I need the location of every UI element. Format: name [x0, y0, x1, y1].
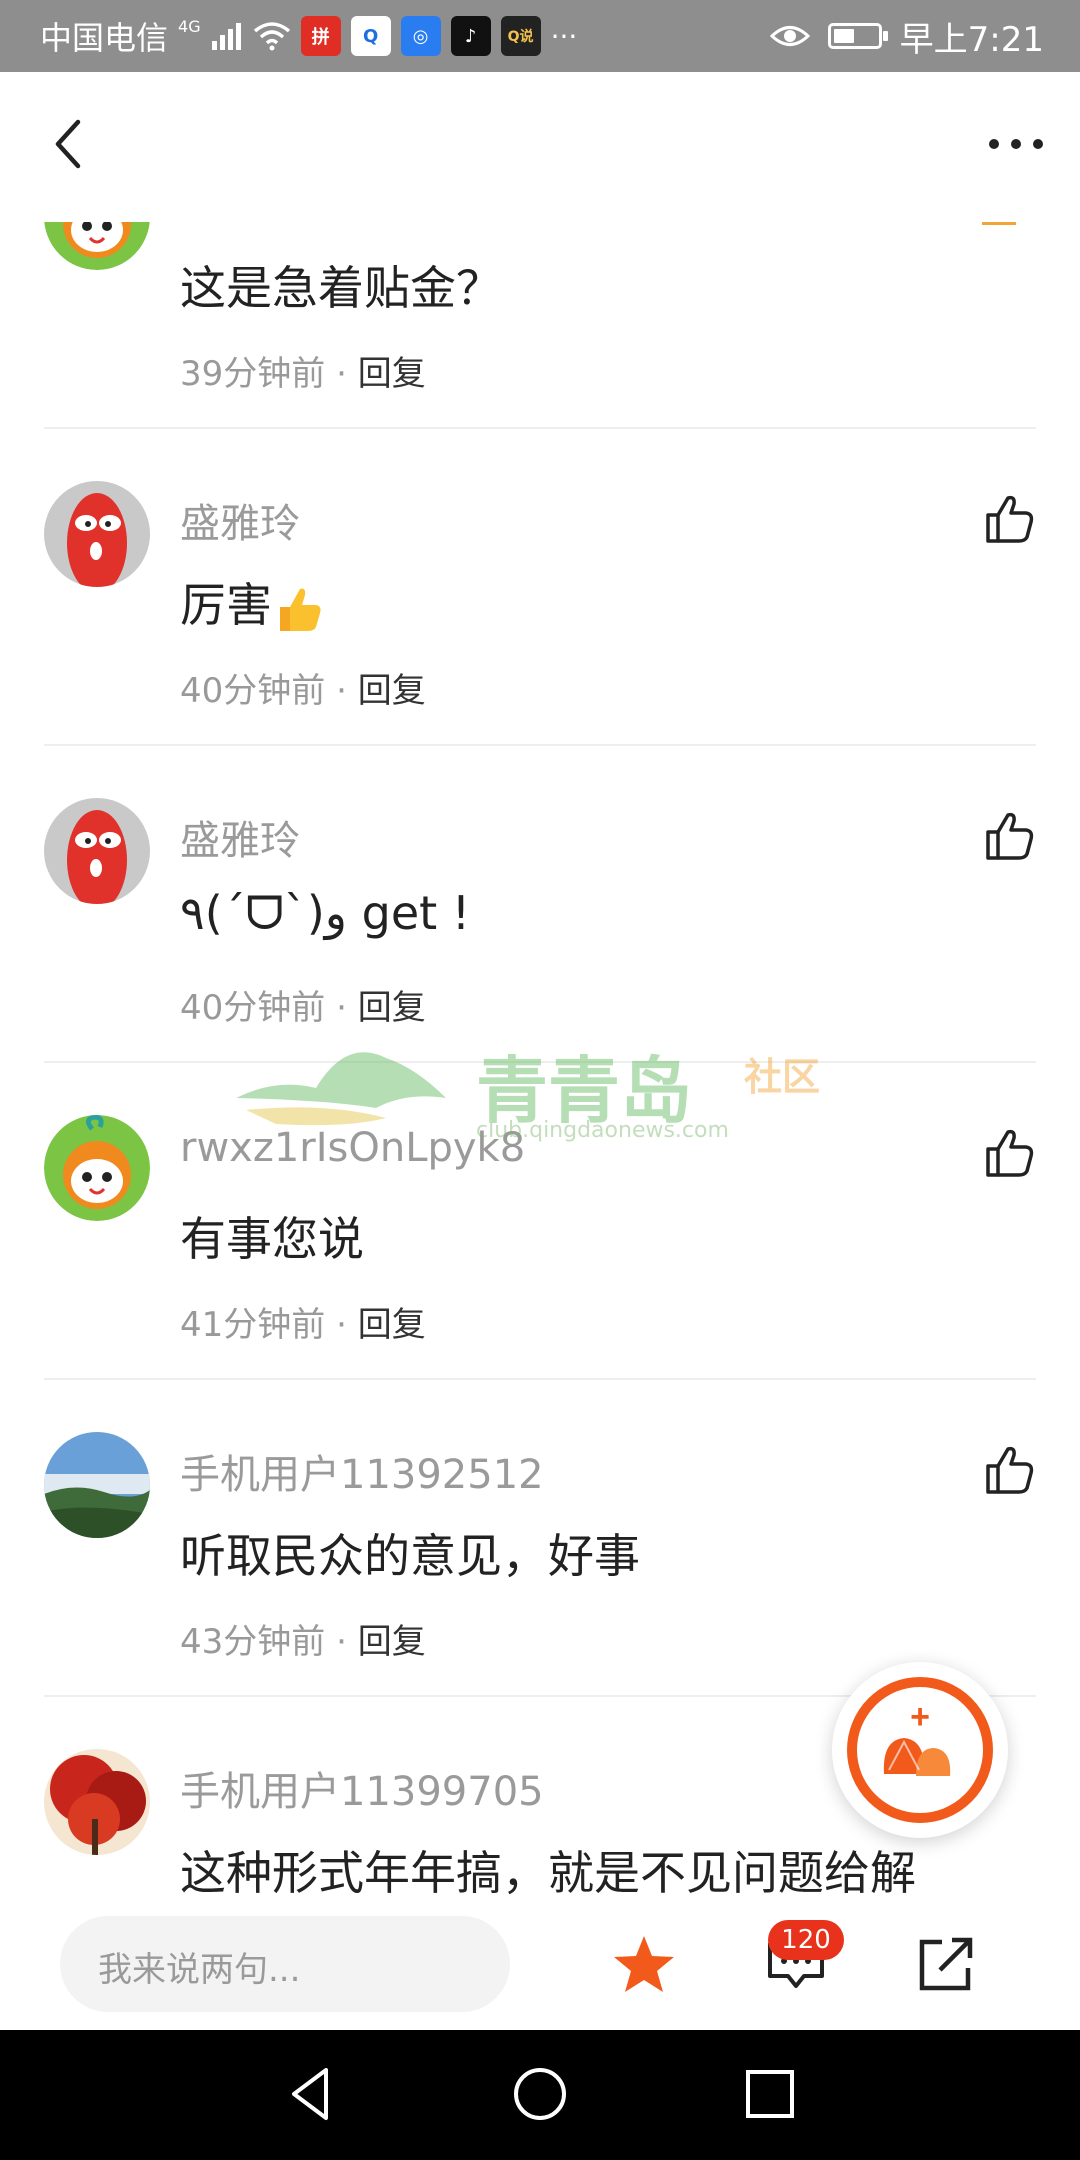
comment-username[interactable]: 手机用户11399705: [180, 1759, 544, 1817]
comment-time: 39分钟前: [180, 354, 326, 394]
thumbs-up-icon[interactable]: [982, 493, 1036, 547]
signal-icon: [211, 23, 241, 50]
comment-text: 有事您说: [180, 1212, 364, 1266]
comment-input[interactable]: 我来说两句...: [60, 1916, 510, 2012]
avatar[interactable]: [44, 1115, 150, 1221]
thumbs-up-icon[interactable]: [982, 810, 1036, 864]
avatar[interactable]: [44, 222, 150, 270]
eye-icon: [769, 26, 810, 46]
top-bar: [0, 72, 1080, 222]
comment-input-placeholder: 我来说两句...: [98, 1950, 301, 1990]
comment-time: 40分钟前: [180, 671, 326, 711]
comment-meta: 39分钟前 · 回复: [180, 346, 426, 395]
reply-button[interactable]: 回复: [358, 354, 426, 394]
reply-button[interactable]: 回复: [358, 1622, 426, 1662]
share-icon[interactable]: [916, 1934, 976, 1994]
shell-add-icon: +: [847, 1677, 993, 1823]
more-notifications-label: ···: [550, 19, 578, 53]
comment-text: ٩(ˊᗜˋ)و get !: [180, 886, 471, 940]
meta-separator: ·: [336, 1622, 347, 1662]
carrier-label: 中国电信: [40, 19, 169, 57]
reply-button[interactable]: 回复: [358, 988, 426, 1028]
q-app-icon: Q: [350, 16, 391, 56]
nav-home-icon[interactable]: [510, 2064, 570, 2124]
avatar[interactable]: [44, 481, 150, 587]
network-type-label: 4G: [178, 16, 201, 36]
comment-count-badge: 120: [768, 1920, 844, 1960]
comment-input-bar: 我来说两句... 120: [0, 1898, 1080, 2030]
chevron-left-icon[interactable]: [40, 114, 100, 174]
fab-plus: +: [910, 1698, 930, 1736]
avatar[interactable]: [44, 1432, 150, 1538]
comment-item: 手机用户11392512 听取民众的意见，好事 43分钟前 · 回复: [0, 1380, 1080, 1697]
comment-time: 43分钟前: [180, 1622, 326, 1662]
avatar[interactable]: [44, 798, 150, 904]
meta-separator: ·: [336, 1305, 347, 1345]
thumbs-up-icon[interactable]: [982, 1127, 1036, 1181]
avatar[interactable]: [44, 1749, 150, 1855]
comment-item: 这是急着贴金？ 39分钟前 · 回复: [0, 222, 1080, 429]
comment-meta: 41分钟前 · 回复: [180, 1297, 426, 1346]
star-icon[interactable]: [612, 1932, 676, 1996]
comment-text: 这是急着贴金？: [180, 261, 502, 315]
comment-username[interactable]: 手机用户11392512: [180, 1442, 544, 1500]
publish-fab-button[interactable]: +: [832, 1662, 1008, 1838]
comment-meta: 43分钟前 · 回复: [180, 1614, 426, 1663]
meta-separator: ·: [336, 988, 347, 1028]
reply-button[interactable]: 回复: [358, 1305, 426, 1345]
status-bar: 中国电信 4G 拼 Q ◎ ♪ Q说 ··· 早上7:21: [0, 0, 1080, 72]
reply-button[interactable]: 回复: [358, 671, 426, 711]
thumbs-up-icon[interactable]: [982, 1444, 1036, 1498]
comment-time: 41分钟前: [180, 1305, 326, 1345]
comment-username[interactable]: rwxz1rIsOnLpyk8: [180, 1125, 525, 1171]
comment-item: 盛雅玲 ٩(ˊᗜˋ)و get ! 40分钟前 · 回复: [0, 746, 1080, 1063]
comment-item: rwxz1rIsOnLpyk8 有事您说 41分钟前 · 回复: [0, 1063, 1080, 1380]
battery-icon: [827, 23, 888, 49]
comment-meta: 40分钟前 · 回复: [180, 663, 426, 712]
comment-meta: 40分钟前 · 回复: [180, 980, 426, 1029]
meta-separator: ·: [336, 354, 347, 394]
comment-text-wrap: 厉害: [180, 569, 324, 635]
like-accent-fragment: [982, 222, 1016, 225]
nav-back-icon[interactable]: [282, 2064, 342, 2124]
news-icon: Q说: [500, 16, 541, 56]
pinduoduo-icon: 拼: [300, 16, 341, 56]
comment-time: 40分钟前: [180, 988, 326, 1028]
comment-text: 听取民众的意见，好事: [180, 1529, 640, 1583]
browser-icon: ◎: [400, 16, 441, 56]
nav-recent-apps-icon[interactable]: [740, 2064, 800, 2124]
comment-text: 厉害: [180, 578, 272, 632]
more-horizontal-icon[interactable]: [980, 114, 1052, 174]
status-time: 早上7:21: [899, 19, 1044, 60]
battery-level: [833, 29, 855, 43]
wifi-icon: [253, 22, 290, 51]
meta-separator: ·: [336, 671, 347, 711]
thumbs-up-emoji: [280, 588, 321, 631]
comment-text: 这种形式年年搞，就是不见问题给解: [180, 1846, 916, 1898]
tiktok-icon: ♪: [450, 16, 491, 56]
comment-username[interactable]: 盛雅玲: [180, 491, 300, 549]
comment-username[interactable]: 盛雅玲: [180, 808, 300, 866]
comment-list[interactable]: 这是急着贴金？ 39分钟前 · 回复 盛雅玲 厉害 40分钟前 · 回复 盛雅玲…: [0, 222, 1080, 1898]
system-nav-bar: [0, 2030, 1080, 2160]
comment-item: 盛雅玲 厉害 40分钟前 · 回复: [0, 429, 1080, 746]
